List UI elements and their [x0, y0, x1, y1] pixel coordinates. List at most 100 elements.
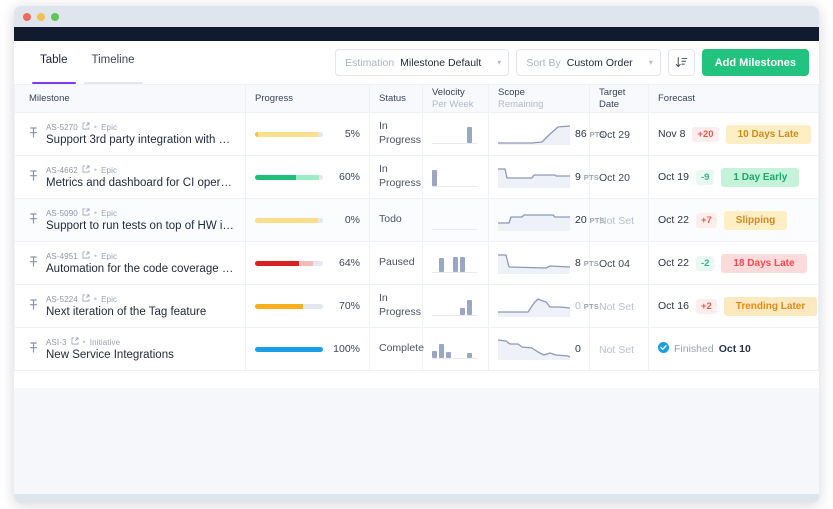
forecast-cell: Oct 16 +2 Trending Later: [658, 297, 809, 316]
tab-timeline-underline: [84, 82, 143, 85]
velocity-bar: [439, 344, 444, 358]
column-header-status[interactable]: Status: [370, 85, 423, 113]
milestone-title[interactable]: New Service Integrations: [46, 349, 174, 361]
estimation-select[interactable]: Estimation Milestone Default ▾: [335, 49, 509, 76]
cell-scope: 9 PTS: [489, 156, 590, 199]
external-link-icon[interactable]: [82, 294, 90, 304]
toolbar-controls: Estimation Milestone Default ▾ Sort By C…: [335, 49, 809, 76]
status-badge[interactable]: Slipping: [724, 211, 787, 230]
progress-bar: [255, 304, 323, 309]
cell-scope: 0 PTS: [489, 285, 590, 328]
forecast-delta: +2: [696, 299, 717, 314]
milestone-title[interactable]: Support 3rd party integration with Qt CI: [46, 134, 236, 146]
velocity-bar: [439, 258, 444, 272]
cell-milestone: AS-4951 • Epic Automation for the code c…: [15, 242, 246, 285]
check-circle-icon: [658, 340, 669, 358]
cell-progress: 70%: [246, 285, 370, 328]
pin-icon[interactable]: [29, 211, 38, 229]
external-link-icon[interactable]: [82, 165, 90, 175]
tab-timeline[interactable]: Timeline: [80, 41, 147, 84]
target-date: Oct 20: [599, 172, 630, 184]
progress-bar: [255, 218, 323, 223]
cell-velocity: [423, 285, 489, 328]
toolbar: Table Timeline Estimation Milestone Defa…: [14, 41, 819, 84]
scope-sparkline: [498, 123, 570, 145]
window-close-button[interactable]: [23, 13, 31, 21]
column-header-scope[interactable]: Scope Remaining: [489, 85, 590, 113]
cell-milestone: AS-5224 • Epic Next iteration of the Tag…: [15, 285, 246, 328]
velocity-chart: [432, 338, 479, 360]
cell-target-date: Not Set: [590, 285, 649, 328]
column-header-forecast[interactable]: Forecast: [649, 85, 819, 113]
scope-sparkline: [498, 166, 570, 188]
pin-icon[interactable]: [29, 254, 38, 272]
pin-icon[interactable]: [29, 340, 38, 358]
velocity-bar: [467, 353, 472, 358]
scope-sparkline: [498, 295, 570, 317]
pin-icon[interactable]: [29, 168, 38, 186]
forecast-cell: Oct 22 -2 18 Days Late: [658, 254, 809, 273]
pin-icon[interactable]: [29, 297, 38, 315]
app-root: Table Timeline Estimation Milestone Defa…: [0, 0, 833, 509]
table-row[interactable]: ASI-3 • Initiative New Service Integrati…: [15, 328, 819, 371]
cell-scope: 8 PTS: [489, 242, 590, 285]
table-row[interactable]: AS-5090 • Epic Support to run tests on t…: [15, 199, 819, 242]
milestone-title[interactable]: Metrics and dashboard for CI operati...: [46, 177, 236, 189]
table-row[interactable]: AS-5270 • Epic Support 3rd party integra…: [15, 113, 819, 156]
cell-status: In Progress: [370, 156, 423, 199]
status-text: Paused: [379, 256, 413, 270]
velocity-chart: [432, 166, 479, 188]
external-link-icon[interactable]: [82, 122, 90, 132]
milestone-title[interactable]: Support to run tests on top of HW in CI: [46, 220, 236, 232]
external-link-icon[interactable]: [82, 251, 90, 261]
cell-status: Todo: [370, 199, 423, 242]
milestone-title[interactable]: Next iteration of the Tag feature: [46, 306, 206, 318]
status-badge[interactable]: 10 Days Late: [726, 125, 811, 144]
cell-target-date: Oct 04: [590, 242, 649, 285]
cell-forecast: Oct 22 +7 Slipping: [649, 199, 819, 242]
target-date: Not Set: [599, 344, 634, 356]
sort-by-label: Sort By: [526, 57, 560, 69]
status-text: In Progress: [379, 163, 413, 190]
sort-direction-button[interactable]: [668, 49, 695, 76]
column-header-target-date[interactable]: Target Date: [590, 85, 649, 113]
column-header-milestone[interactable]: Milestone: [15, 85, 246, 113]
table-row[interactable]: AS-4951 • Epic Automation for the code c…: [15, 242, 819, 285]
table-row[interactable]: AS-5224 • Epic Next iteration of the Tag…: [15, 285, 819, 328]
cell-milestone: AS-5270 • Epic Support 3rd party integra…: [15, 113, 246, 156]
velocity-bar: [460, 308, 465, 315]
column-header-forecast-label: Forecast: [658, 93, 695, 104]
chevron-down-icon: ▾: [497, 58, 501, 67]
sort-by-value: Custom Order: [567, 57, 633, 69]
forecast-delta: +20: [692, 127, 718, 142]
milestone-title[interactable]: Automation for the code coverage me...: [46, 263, 236, 275]
target-date: Not Set: [599, 215, 634, 227]
table-row[interactable]: AS-4662 • Epic Metrics and dashboard for…: [15, 156, 819, 199]
status-badge[interactable]: 1 Day Early: [721, 168, 799, 187]
pin-icon[interactable]: [29, 125, 38, 143]
column-header-velocity[interactable]: Velocity Per Week: [423, 85, 489, 113]
window-maximize-button[interactable]: [51, 13, 59, 21]
browser-window: Table Timeline Estimation Milestone Defa…: [14, 6, 819, 503]
table-body: AS-5270 • Epic Support 3rd party integra…: [15, 113, 819, 371]
window-minimize-button[interactable]: [37, 13, 45, 21]
cell-progress: 0%: [246, 199, 370, 242]
tab-table[interactable]: Table: [28, 41, 80, 84]
forecast-date: Oct 22: [658, 257, 689, 269]
status-badge[interactable]: 18 Days Late: [721, 254, 806, 273]
target-date: Oct 29: [599, 129, 630, 141]
status-badge[interactable]: Trending Later: [724, 297, 817, 316]
milestone-type: Epic: [101, 209, 117, 218]
forecast-date: Nov 8: [658, 128, 685, 140]
milestone-type: Epic: [101, 252, 117, 261]
cell-forecast: Nov 8 +20 10 Days Late: [649, 113, 819, 156]
progress-bar: [255, 261, 323, 266]
add-milestones-button[interactable]: Add Milestones: [702, 49, 809, 76]
progress-bar: [255, 347, 323, 352]
external-link-icon[interactable]: [71, 337, 79, 347]
sort-by-select[interactable]: Sort By Custom Order ▾: [516, 49, 660, 76]
external-link-icon[interactable]: [82, 208, 90, 218]
scope-points: 8 PTS: [575, 257, 599, 269]
velocity-chart: [432, 123, 479, 145]
column-header-progress[interactable]: Progress: [246, 85, 370, 113]
